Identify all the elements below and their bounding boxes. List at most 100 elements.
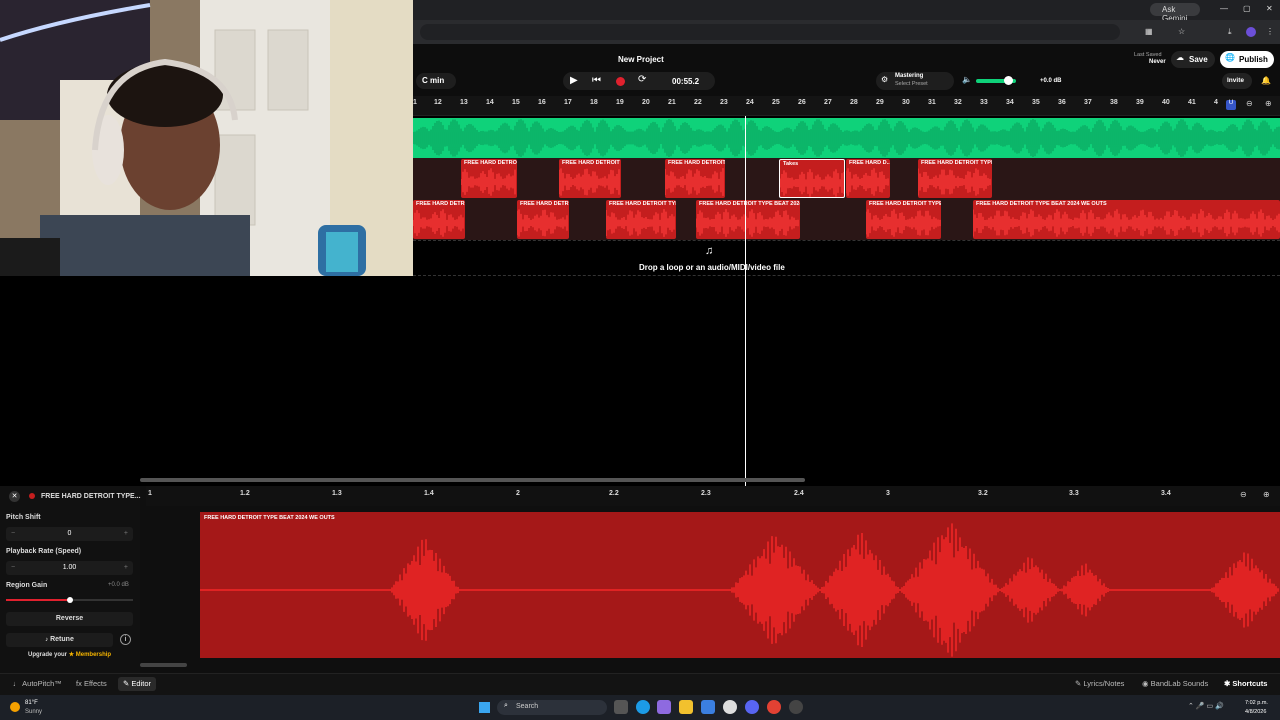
copilot-icon[interactable] bbox=[657, 700, 671, 714]
tab-autopitch[interactable]: ♩ AutoPitch™ bbox=[8, 677, 67, 691]
mastering-button[interactable]: ⚙ Mastering Select Preset bbox=[876, 72, 954, 90]
reverse-button[interactable]: Reverse bbox=[6, 612, 133, 626]
ruler-tick: 33 bbox=[980, 99, 988, 106]
info-icon[interactable]: i bbox=[120, 634, 131, 645]
audio-region[interactable]: Takes bbox=[779, 159, 845, 198]
audio-region[interactable]: FREE HARD DETROIT ... bbox=[665, 159, 725, 198]
ruler-tick: 12 bbox=[434, 99, 442, 106]
invite-button[interactable]: Invite bbox=[1222, 73, 1252, 89]
browser-menu-icon[interactable]: ⋮ bbox=[1266, 27, 1274, 36]
editor-ruler[interactable] bbox=[146, 486, 1280, 506]
membership-link[interactable]: Membership bbox=[76, 652, 111, 658]
zoom-in-icon[interactable]: ⊕ bbox=[1265, 99, 1272, 108]
bookmark-star-icon[interactable]: ☆ bbox=[1178, 27, 1185, 36]
audio-region[interactable]: FREE HARD DETROIT TYPE ... bbox=[918, 159, 992, 198]
red-track-3[interactable]: FREE HARD DETR... FREE HARD DETR... FREE H… bbox=[413, 199, 1280, 240]
ruler-tick: 18 bbox=[590, 99, 598, 106]
key-selector[interactable]: C min bbox=[416, 73, 456, 89]
retune-button[interactable]: ♪ Retune bbox=[6, 633, 113, 647]
upgrade-text[interactable]: Upgrade your ★ Membership bbox=[28, 651, 111, 658]
region-waveform bbox=[866, 209, 941, 237]
playhead[interactable] bbox=[745, 116, 746, 486]
audio-region[interactable]: FREE HARD D... bbox=[846, 159, 890, 198]
ruler-tick: 36 bbox=[1058, 99, 1066, 106]
taskbar-search[interactable]: ⌕ Search bbox=[497, 700, 607, 715]
pitch-shift-stepper[interactable]: − 0 + bbox=[6, 527, 133, 541]
volume-knob[interactable] bbox=[1004, 76, 1013, 85]
obs-icon[interactable] bbox=[789, 700, 803, 714]
audio-region[interactable]: FREE HARD DETROIT TYP... bbox=[606, 200, 676, 239]
project-title[interactable]: New Project bbox=[618, 55, 664, 64]
ruler-tick: 23 bbox=[720, 99, 728, 106]
ruler-tick: 21 bbox=[668, 99, 676, 106]
ruler-tick: 25 bbox=[772, 99, 780, 106]
volume-db: +0.0 dB bbox=[1040, 78, 1062, 84]
close-window-icon[interactable]: ✕ bbox=[1266, 4, 1273, 13]
editor-zoom-out-icon[interactable]: ⊖ bbox=[1240, 490, 1247, 499]
ruler-tick: 26 bbox=[798, 99, 806, 106]
tab-bandlab-sounds[interactable]: ◉ BandLab Sounds bbox=[1137, 677, 1213, 691]
waveform-path bbox=[517, 209, 568, 237]
region-gain-knob[interactable] bbox=[66, 597, 73, 603]
extension-icon[interactable]: ▦ bbox=[1145, 27, 1153, 36]
audio-region[interactable]: FREE HARD DETR... bbox=[413, 200, 465, 239]
audio-region[interactable]: FREE HARD DETROIT TYPE BEAT 2024 WE OUTS bbox=[973, 200, 1280, 239]
volume-icon[interactable]: 🔈 bbox=[962, 75, 972, 84]
rate-minus[interactable]: − bbox=[11, 561, 15, 575]
red-track-2[interactable]: FREE HARD DETRO... FREE HARD DETROIT ... F… bbox=[413, 158, 1280, 199]
audio-region[interactable]: FREE HARD DETRO... bbox=[461, 159, 517, 198]
tab-effects[interactable]: fx Effects bbox=[71, 677, 112, 691]
region-waveform bbox=[559, 168, 620, 196]
download-icon[interactable]: ⤓ bbox=[1228, 27, 1232, 37]
save-button[interactable]: ☁ Save bbox=[1171, 51, 1215, 68]
publish-button[interactable]: 🌐 Publish bbox=[1220, 51, 1274, 68]
tray-icons[interactable]: ⌃ 🎤 ▭ 🔊 bbox=[1188, 702, 1224, 710]
address-bar[interactable] bbox=[420, 24, 1120, 40]
zoom-out-icon[interactable]: ⊖ bbox=[1246, 99, 1253, 108]
task-view-icon[interactable] bbox=[614, 700, 628, 714]
store-icon[interactable] bbox=[701, 700, 715, 714]
file-explorer-icon[interactable] bbox=[679, 700, 693, 714]
upgrade-label: Upgrade your bbox=[28, 652, 68, 658]
chrome-icon[interactable] bbox=[767, 700, 781, 714]
editor-scrollbar[interactable] bbox=[140, 663, 187, 667]
tab-shortcuts[interactable]: ✱ Shortcuts bbox=[1219, 677, 1272, 691]
mastering-icon: ⚙ bbox=[881, 75, 889, 84]
pitch-minus[interactable]: − bbox=[11, 527, 15, 541]
app-icon[interactable] bbox=[723, 700, 737, 714]
play-button[interactable]: ▶ bbox=[570, 75, 578, 86]
start-icon[interactable] bbox=[479, 702, 490, 713]
pitch-plus[interactable]: + bbox=[124, 527, 128, 541]
horizontal-scrollbar[interactable] bbox=[140, 478, 805, 482]
green-audio-track[interactable] bbox=[413, 118, 1280, 158]
rate-plus[interactable]: + bbox=[124, 561, 128, 575]
waveform-path bbox=[559, 168, 620, 196]
audio-region[interactable]: FREE HARD DETROIT TYPE BEAT 2024 ... bbox=[696, 200, 800, 239]
region-label: FREE HARD DETROIT TYPE ... bbox=[921, 160, 992, 166]
discord-icon[interactable] bbox=[745, 700, 759, 714]
ask-gemini-button[interactable]: Ask Gemini bbox=[1150, 3, 1200, 23]
editor-zoom-in-icon[interactable]: ⊕ bbox=[1263, 490, 1270, 499]
audio-region[interactable]: FREE HARD DETROIT ... bbox=[559, 159, 621, 198]
audio-region[interactable]: FREE HARD DETR... bbox=[517, 200, 569, 239]
region-label: FREE HARD DETRO... bbox=[464, 160, 517, 166]
maximize-icon[interactable]: ▢ bbox=[1243, 4, 1251, 13]
drop-zone[interactable]: ♫ Drop a loop or an audio/MIDI/video fil… bbox=[413, 240, 1280, 276]
skip-back-button[interactable]: ⏮ bbox=[592, 75, 601, 86]
mastering-label: Mastering bbox=[895, 73, 924, 79]
tab-editor[interactable]: ✎ Editor bbox=[118, 677, 156, 691]
notification-bell-icon[interactable]: 🔔 bbox=[1261, 76, 1271, 85]
edge-icon[interactable] bbox=[636, 700, 650, 714]
profile-avatar[interactable] bbox=[1246, 27, 1256, 37]
tab-lyrics[interactable]: ✎ Lyrics/Notes bbox=[1070, 677, 1129, 691]
close-editor-icon[interactable]: ✕ bbox=[9, 491, 20, 502]
magnet-icon[interactable]: U bbox=[1226, 100, 1236, 110]
audio-region[interactable]: FREE HARD DETROIT TYPE ... bbox=[866, 200, 941, 239]
playback-rate-stepper[interactable]: − 1.00 + bbox=[6, 561, 133, 575]
editor-waveform-region[interactable]: FREE HARD DETROIT TYPE BEAT 2024 WE OUTS bbox=[200, 512, 1280, 658]
minimize-icon[interactable]: — bbox=[1220, 4, 1228, 13]
record-button[interactable] bbox=[616, 77, 625, 86]
region-label: FREE HARD DETROIT ... bbox=[668, 160, 725, 166]
weather-sun-icon[interactable] bbox=[10, 702, 20, 712]
loop-icon[interactable]: ⟳ bbox=[638, 74, 646, 85]
